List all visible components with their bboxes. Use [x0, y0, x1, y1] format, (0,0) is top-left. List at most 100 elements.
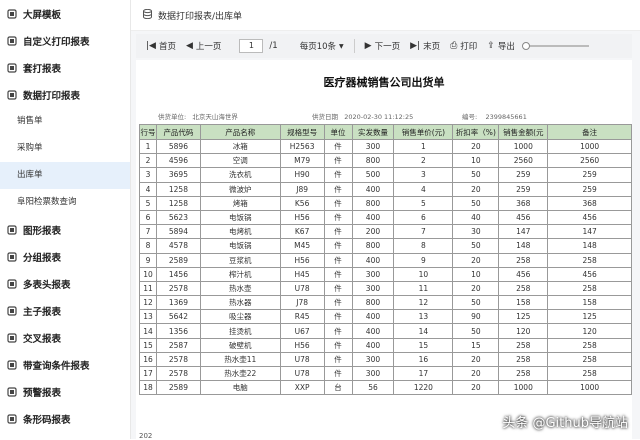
table-cell: 20 [452, 365, 500, 382]
table-cell: 9 [393, 252, 454, 268]
sidebar-item[interactable]: 套打报表 [0, 54, 130, 81]
table-cell: K56 [279, 195, 325, 211]
table-cell: 件 [323, 181, 353, 197]
print-icon: ⎙ [450, 41, 458, 51]
table-row: 16 2578 热水壶11 U78 件 300 16 20 258 258 [139, 351, 632, 368]
database-icon [143, 8, 152, 22]
sidebar-item-label: 阜阳检票数查询 [17, 197, 77, 207]
sidebar-item[interactable]: 采购单 [0, 135, 130, 162]
table-cell: 259 [547, 167, 632, 183]
table-cell: 5642 [155, 309, 201, 325]
table-cell: 258 [498, 337, 549, 353]
sidebar-item[interactable]: 主子报表 [0, 297, 130, 324]
table-cell: 147 [498, 224, 549, 240]
table-cell: 件 [323, 309, 353, 325]
table-header-row: 行号 产品代码 产品名称 规格型号 单位 实发数量 销售单价(元) 折扣率（%) 销售金额(元备… [139, 124, 632, 140]
sidebar-item[interactable]: 条形码报表 [0, 405, 130, 432]
table-cell: 400 [351, 309, 395, 325]
table-cell: 挂烫机 [199, 323, 281, 339]
table-row: 17 2578 热水壶22 U78 件 300 17 20 258 258 [139, 365, 632, 382]
table-cell: 400 [351, 337, 395, 353]
column-header: 销售单价(元) [393, 124, 454, 140]
sidebar-item[interactable]: 交叉报表 [0, 324, 130, 351]
sidebar-item[interactable]: 销售单 [0, 108, 130, 135]
table-cell: 456 [498, 209, 549, 226]
table-cell: 2 [393, 153, 454, 169]
table-cell: 件 [323, 280, 353, 297]
table-cell: 12 [139, 295, 157, 311]
table-row: 9 2589 豆浆机 H56 件 400 9 20 258 258 [139, 252, 632, 268]
table-cell: K67 [279, 224, 325, 240]
next-page-label: 下一页 [374, 42, 401, 52]
table-cell: 14 [139, 323, 157, 339]
zoom-slider[interactable] [521, 42, 589, 50]
sidebar-item[interactable]: 带查询条件报表 [0, 351, 130, 378]
table-cell: H56 [279, 209, 325, 226]
next-page-button[interactable]: ▶ 下一页 [365, 40, 400, 52]
no-value: 2399845661 [485, 113, 527, 121]
table-cell: 件 [323, 295, 353, 311]
monitor-icon [6, 8, 17, 19]
table-row: 5 1258 烤箱 K56 件 800 5 50 368 368 [139, 195, 632, 211]
table-row: 15 2587 破壁机 H56 件 400 15 15 258 258 [139, 337, 632, 353]
sidebar-item[interactable]: 分组报表 [0, 243, 130, 270]
table-cell: 56 [351, 380, 395, 396]
column-header: 产品代码 [155, 124, 201, 140]
table-cell: 12 [393, 295, 454, 311]
table-cell: M79 [279, 153, 325, 169]
zoom-slider-knob[interactable] [521, 42, 530, 50]
table-cell: 件 [323, 224, 353, 240]
sidebar-item[interactable]: 多表头报表 [0, 270, 130, 297]
table-cell: 300 [351, 266, 395, 282]
first-page-button[interactable]: |◀ 首页 [146, 40, 176, 52]
table-cell: 2 [139, 153, 157, 169]
print-button[interactable]: ⎙ 打印 [450, 40, 477, 52]
table-cell: 破壁机 [199, 337, 281, 353]
table-cell: 1000 [547, 380, 632, 396]
per-page-select[interactable]: 每页10条 ▼ [300, 40, 344, 52]
barcode-icon [6, 413, 17, 424]
chart-icon [6, 224, 17, 235]
sidebar-item[interactable]: 图形报表 [0, 216, 130, 243]
table-cell: 50 [452, 295, 500, 311]
table-cell: 258 [498, 365, 549, 382]
table-cell: 15 [452, 337, 500, 353]
sidebar-item-label: 图形报表 [23, 225, 62, 237]
table-cell: 1 [139, 138, 157, 155]
column-header: 实发数量 [351, 124, 395, 140]
last-page-button[interactable]: ▶| 末页 [410, 40, 440, 52]
export-button[interactable]: ⇪ 导出 [487, 40, 515, 52]
table-cell: 18 [139, 380, 157, 396]
sidebar-item[interactable]: 自定义打印报表 [0, 27, 130, 54]
table-cell: 40 [452, 209, 500, 226]
sidebar-item[interactable]: 出库单 [0, 162, 130, 189]
table-cell: 300 [351, 138, 395, 155]
table-cell: 258 [498, 252, 549, 268]
shipment-table: 行号 产品代码 产品名称 规格型号 单位 实发数量 销售单价(元) 折扣率（%) 销售金额(元备… [139, 124, 632, 396]
table-cell: 热水壶11 [199, 351, 281, 368]
table-cell: 300 [351, 351, 395, 368]
table-cell: 16 [139, 351, 157, 368]
table-cell: 7 [139, 224, 157, 240]
table-cell: 件 [323, 266, 353, 282]
page-number-input[interactable]: 1 [239, 39, 264, 53]
table-cell: 258 [498, 351, 549, 368]
sidebar-item[interactable]: 大屏模板 [0, 0, 130, 27]
table-cell: 1000 [498, 138, 549, 155]
sidebar-item-label: 套打报表 [23, 63, 62, 75]
warning-icon [6, 386, 17, 397]
sidebar-item-label: 交叉报表 [23, 333, 62, 345]
sidebar-item[interactable]: 数据打印报表 [0, 81, 130, 108]
supplier-value: 北京天山海世界 [192, 113, 238, 121]
multi-header-icon [6, 278, 17, 289]
table-cell: 4 [139, 181, 157, 197]
table-cell: 洗衣机 [199, 167, 281, 183]
table-cell: 20 [452, 181, 500, 197]
sidebar-item[interactable]: 阜阳检票数查询 [0, 189, 130, 216]
sidebar: 大屏模板 自定义打印报表套打报表数据打印报表 销售单 采购单 出库单阜阳检票数查询 图… [0, 0, 131, 439]
sidebar-item[interactable]: 预警报表 [0, 378, 130, 405]
table-cell: 300 [351, 365, 395, 382]
table-cell: 8 [393, 238, 454, 254]
prev-page-button[interactable]: ◀ 上一页 [186, 40, 221, 52]
first-page-label: 首页 [158, 42, 176, 52]
